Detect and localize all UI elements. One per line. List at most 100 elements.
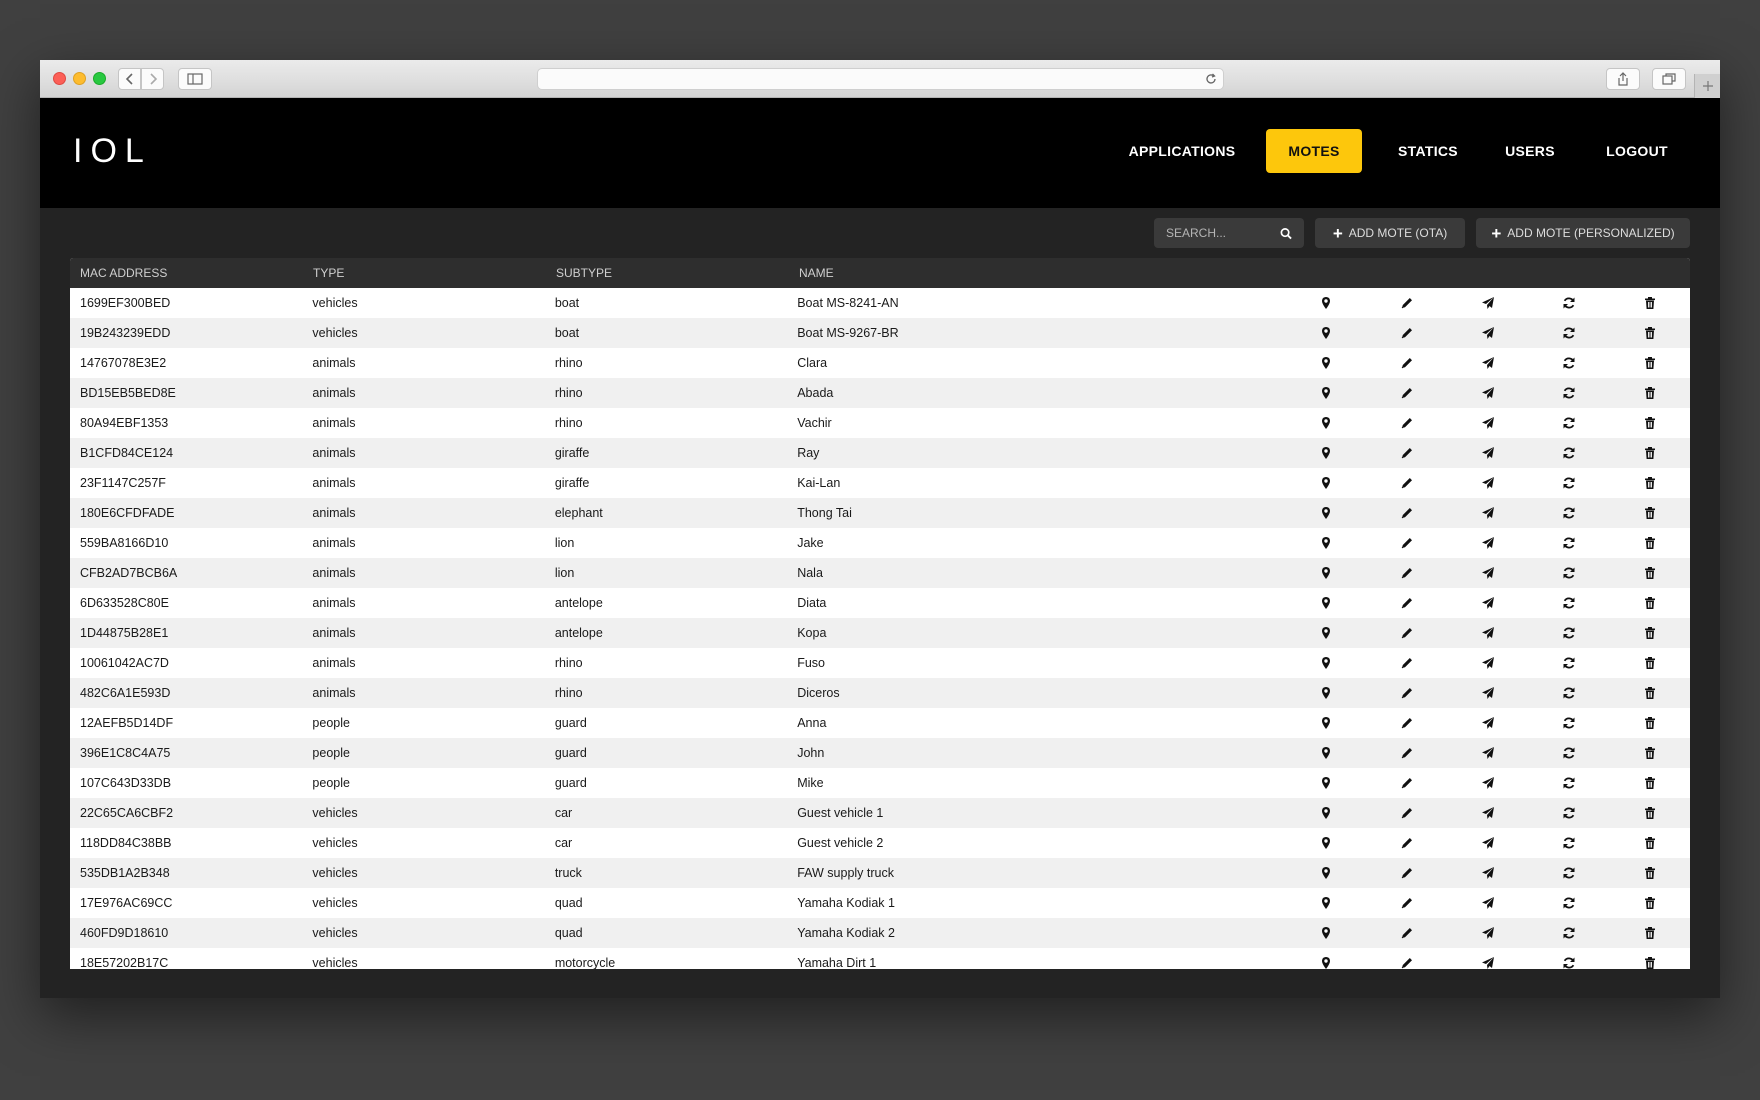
- locate-button[interactable]: [1286, 648, 1367, 678]
- refresh-button[interactable]: [1528, 348, 1609, 378]
- refresh-button[interactable]: [1528, 738, 1609, 768]
- column-header-type[interactable]: TYPE: [313, 258, 556, 288]
- search-icon[interactable]: [1280, 227, 1292, 240]
- locate-button[interactable]: [1286, 828, 1367, 858]
- locate-button[interactable]: [1286, 738, 1367, 768]
- back-button[interactable]: [118, 68, 141, 90]
- table-row[interactable]: 17E976AC69CC vehicles quad Yamaha Kodiak 1: [70, 888, 1690, 918]
- logo[interactable]: IOL: [73, 132, 152, 171]
- nav-statics[interactable]: STATICS: [1389, 129, 1467, 173]
- tabs-overview-button[interactable]: [1652, 68, 1686, 90]
- refresh-button[interactable]: [1528, 918, 1609, 948]
- locate-button[interactable]: [1286, 588, 1367, 618]
- refresh-button[interactable]: [1528, 378, 1609, 408]
- table-row[interactable]: 12AEFB5D14DF people guard Anna: [70, 708, 1690, 738]
- fullscreen-window-button[interactable]: [93, 72, 106, 85]
- edit-button[interactable]: [1367, 828, 1448, 858]
- send-button[interactable]: [1448, 948, 1529, 969]
- table-row[interactable]: 396E1C8C4A75 people guard John: [70, 738, 1690, 768]
- edit-button[interactable]: [1367, 618, 1448, 648]
- nav-motes[interactable]: MOTES: [1266, 129, 1362, 173]
- delete-button[interactable]: [1609, 528, 1690, 558]
- address-bar[interactable]: [537, 68, 1224, 90]
- refresh-button[interactable]: [1528, 678, 1609, 708]
- delete-button[interactable]: [1609, 288, 1690, 318]
- locate-button[interactable]: [1286, 678, 1367, 708]
- send-button[interactable]: [1448, 648, 1529, 678]
- edit-button[interactable]: [1367, 498, 1448, 528]
- send-button[interactable]: [1448, 318, 1529, 348]
- refresh-button[interactable]: [1528, 648, 1609, 678]
- column-header-subtype[interactable]: SUBTYPE: [556, 258, 799, 288]
- locate-button[interactable]: [1286, 318, 1367, 348]
- minimize-window-button[interactable]: [73, 72, 86, 85]
- delete-button[interactable]: [1609, 558, 1690, 588]
- table-row[interactable]: 23F1147C257F animals giraffe Kai-Lan: [70, 468, 1690, 498]
- delete-button[interactable]: [1609, 498, 1690, 528]
- column-header-mac[interactable]: MAC ADDRESS: [70, 258, 313, 288]
- edit-button[interactable]: [1367, 918, 1448, 948]
- send-button[interactable]: [1448, 438, 1529, 468]
- table-row[interactable]: CFB2AD7BCB6A animals lion Nala: [70, 558, 1690, 588]
- edit-button[interactable]: [1367, 678, 1448, 708]
- send-button[interactable]: [1448, 888, 1529, 918]
- send-button[interactable]: [1448, 618, 1529, 648]
- locate-button[interactable]: [1286, 288, 1367, 318]
- table-row[interactable]: 559BA8166D10 animals lion Jake: [70, 528, 1690, 558]
- delete-button[interactable]: [1609, 768, 1690, 798]
- delete-button[interactable]: [1609, 948, 1690, 969]
- delete-button[interactable]: [1609, 618, 1690, 648]
- nav-logout[interactable]: LOGOUT: [1595, 129, 1679, 173]
- refresh-button[interactable]: [1528, 828, 1609, 858]
- locate-button[interactable]: [1286, 708, 1367, 738]
- table-row[interactable]: B1CFD84CE124 animals giraffe Ray: [70, 438, 1690, 468]
- edit-button[interactable]: [1367, 318, 1448, 348]
- refresh-button[interactable]: [1528, 948, 1609, 969]
- table-row[interactable]: 80A94EBF1353 animals rhino Vachir: [70, 408, 1690, 438]
- edit-button[interactable]: [1367, 348, 1448, 378]
- refresh-button[interactable]: [1528, 888, 1609, 918]
- table-row[interactable]: 180E6CFDFADE animals elephant Thong Tai: [70, 498, 1690, 528]
- send-button[interactable]: [1448, 858, 1529, 888]
- locate-button[interactable]: [1286, 918, 1367, 948]
- refresh-button[interactable]: [1528, 558, 1609, 588]
- table-row[interactable]: 1D44875B28E1 animals antelope Kopa: [70, 618, 1690, 648]
- send-button[interactable]: [1448, 408, 1529, 438]
- delete-button[interactable]: [1609, 828, 1690, 858]
- send-button[interactable]: [1448, 918, 1529, 948]
- locate-button[interactable]: [1286, 408, 1367, 438]
- delete-button[interactable]: [1609, 648, 1690, 678]
- edit-button[interactable]: [1367, 708, 1448, 738]
- locate-button[interactable]: [1286, 378, 1367, 408]
- table-row[interactable]: 19B243239EDD vehicles boat Boat MS-9267-BR: [70, 318, 1690, 348]
- edit-button[interactable]: [1367, 798, 1448, 828]
- nav-applications[interactable]: APPLICATIONS: [1123, 129, 1241, 173]
- table-row[interactable]: 482C6A1E593D animals rhino Diceros: [70, 678, 1690, 708]
- table-row[interactable]: 18E57202B17C vehicles motorcycle Yamaha Dir…: [70, 948, 1690, 969]
- edit-button[interactable]: [1367, 438, 1448, 468]
- send-button[interactable]: [1448, 498, 1529, 528]
- delete-button[interactable]: [1609, 588, 1690, 618]
- delete-button[interactable]: [1609, 438, 1690, 468]
- table-row[interactable]: 14767078E3E2 animals rhino Clara: [70, 348, 1690, 378]
- locate-button[interactable]: [1286, 768, 1367, 798]
- edit-button[interactable]: [1367, 888, 1448, 918]
- locate-button[interactable]: [1286, 498, 1367, 528]
- send-button[interactable]: [1448, 528, 1529, 558]
- send-button[interactable]: [1448, 798, 1529, 828]
- delete-button[interactable]: [1609, 738, 1690, 768]
- share-button[interactable]: [1606, 68, 1640, 90]
- table-row[interactable]: 6D633528C80E animals antelope Diata: [70, 588, 1690, 618]
- delete-button[interactable]: [1609, 918, 1690, 948]
- locate-button[interactable]: [1286, 468, 1367, 498]
- delete-button[interactable]: [1609, 798, 1690, 828]
- refresh-button[interactable]: [1528, 288, 1609, 318]
- refresh-button[interactable]: [1528, 318, 1609, 348]
- delete-button[interactable]: [1609, 468, 1690, 498]
- edit-button[interactable]: [1367, 288, 1448, 318]
- send-button[interactable]: [1448, 708, 1529, 738]
- locate-button[interactable]: [1286, 618, 1367, 648]
- column-header-name[interactable]: NAME: [799, 258, 1289, 288]
- locate-button[interactable]: [1286, 558, 1367, 588]
- table-row[interactable]: 10061042AC7D animals rhino Fuso: [70, 648, 1690, 678]
